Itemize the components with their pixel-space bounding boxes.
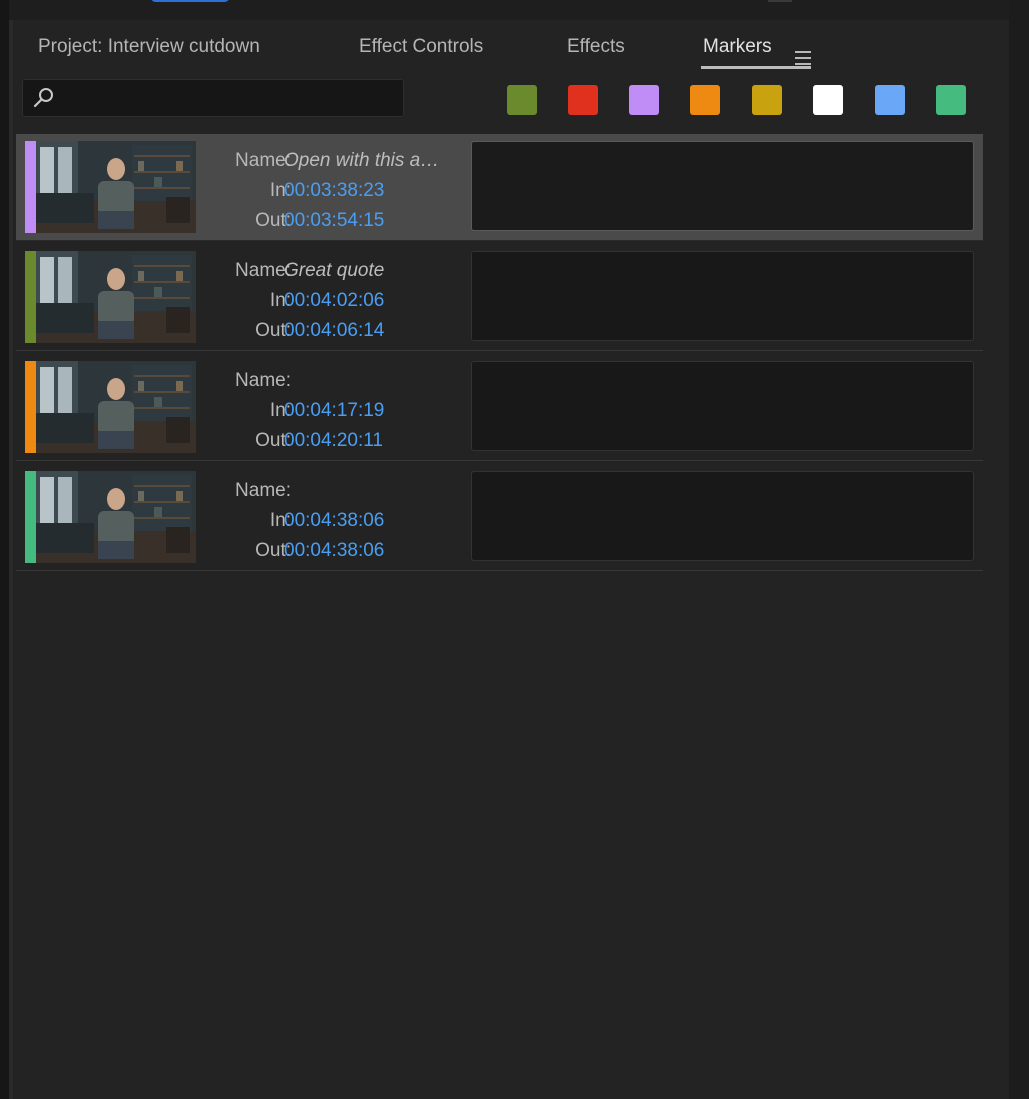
toolbar-square-icon[interactable] xyxy=(768,0,792,2)
marker-row[interactable]: Name: In: Out: 00:04:38:06 00:04:38:06 xyxy=(16,464,983,571)
field-label-out: Out: xyxy=(255,430,291,451)
marker-color-strip xyxy=(25,251,36,343)
color-filter-white[interactable] xyxy=(813,85,843,115)
search-icon xyxy=(33,88,53,108)
panel-tabs: Project: Interview cutdown Effect Contro… xyxy=(13,32,1009,72)
tab-project[interactable]: Project: Interview cutdown xyxy=(36,32,262,66)
field-label-name: Name: xyxy=(235,370,291,391)
color-filter-yellow[interactable] xyxy=(752,85,782,115)
clip-thumbnail-image xyxy=(36,471,196,563)
field-label-name: Name: xyxy=(235,480,291,501)
markers-panel: Project: Interview cutdown Effect Contro… xyxy=(13,20,1009,1099)
field-label-in: In: xyxy=(269,290,291,311)
marker-field-labels: Name: In: Out: xyxy=(201,366,291,456)
marker-row[interactable]: Name: In: Out: Open with this a… 00:03:38:23… xyxy=(16,134,983,241)
marker-name[interactable] xyxy=(284,476,454,506)
tab-effect-controls[interactable]: Effect Controls xyxy=(357,32,485,66)
marker-field-values: Open with this a… 00:03:38:23 00:03:54:15 xyxy=(284,146,454,236)
marker-comment-field[interactable] xyxy=(471,361,974,451)
marker-comment-field[interactable] xyxy=(471,471,974,561)
top-toolbar-strip xyxy=(0,0,1029,20)
marker-name[interactable]: Open with this a… xyxy=(284,146,454,176)
field-label-name: Name: xyxy=(235,260,291,281)
color-filter-olive[interactable] xyxy=(507,85,537,115)
marker-out-timecode[interactable]: 00:04:06:14 xyxy=(284,316,454,346)
marker-row[interactable]: Name: In: Out: Great quote 00:04:02:06 00:04:… xyxy=(16,244,983,351)
marker-name[interactable]: Great quote xyxy=(284,256,454,286)
color-filter-blue[interactable] xyxy=(875,85,905,115)
active-tab-underline xyxy=(701,66,811,69)
color-filter-lavender[interactable] xyxy=(629,85,659,115)
color-filter-red[interactable] xyxy=(568,85,598,115)
field-label-in: In: xyxy=(269,400,291,421)
field-label-out: Out: xyxy=(255,210,291,231)
marker-field-labels: Name: In: Out: xyxy=(201,256,291,346)
marker-color-strip xyxy=(25,141,36,233)
field-label-out: Out: xyxy=(255,540,291,561)
marker-thumbnail xyxy=(36,141,196,233)
marker-out-timecode[interactable]: 00:03:54:15 xyxy=(284,206,454,236)
marker-thumbnail xyxy=(36,361,196,453)
clip-thumbnail-image xyxy=(36,361,196,453)
tab-markers[interactable]: Markers xyxy=(701,32,774,66)
clip-thumbnail-image xyxy=(36,251,196,343)
search-field[interactable] xyxy=(22,79,404,117)
marker-row[interactable]: Name: In: Out: 00:04:17:19 00:04:20:11 xyxy=(16,354,983,461)
marker-name[interactable] xyxy=(284,366,454,396)
color-filter-green[interactable] xyxy=(936,85,966,115)
field-label-in: In: xyxy=(269,180,291,201)
panel-menu-icon[interactable] xyxy=(795,51,811,65)
marker-comment-field[interactable] xyxy=(471,251,974,341)
marker-field-values: 00:04:17:19 00:04:20:11 xyxy=(284,366,454,456)
marker-field-labels: Name: In: Out: xyxy=(201,476,291,566)
marker-thumbnail xyxy=(36,471,196,563)
field-label-out: Out: xyxy=(255,320,291,341)
marker-in-timecode[interactable]: 00:04:38:06 xyxy=(284,506,454,536)
marker-color-strip xyxy=(25,361,36,453)
marker-field-values: Great quote 00:04:02:06 00:04:06:14 xyxy=(284,256,454,346)
marker-thumbnail xyxy=(36,251,196,343)
marker-color-strip xyxy=(25,471,36,563)
marker-comment-field[interactable] xyxy=(471,141,974,231)
marker-field-values: 00:04:38:06 00:04:38:06 xyxy=(284,476,454,566)
marker-out-timecode[interactable]: 00:04:20:11 xyxy=(284,426,454,456)
workspace-button[interactable] xyxy=(150,0,230,2)
marker-in-timecode[interactable]: 00:04:17:19 xyxy=(284,396,454,426)
marker-field-labels: Name: In: Out: xyxy=(201,146,291,236)
color-filter-orange[interactable] xyxy=(690,85,720,115)
marker-in-timecode[interactable]: 00:04:02:06 xyxy=(284,286,454,316)
marker-out-timecode[interactable]: 00:04:38:06 xyxy=(284,536,454,566)
tab-effects[interactable]: Effects xyxy=(565,32,627,66)
right-panel-edge xyxy=(1009,0,1029,1099)
left-panel-edge xyxy=(0,0,9,1099)
clip-thumbnail-image xyxy=(36,141,196,233)
field-label-name: Name: xyxy=(235,150,291,171)
marker-in-timecode[interactable]: 00:03:38:23 xyxy=(284,176,454,206)
field-label-in: In: xyxy=(269,510,291,531)
